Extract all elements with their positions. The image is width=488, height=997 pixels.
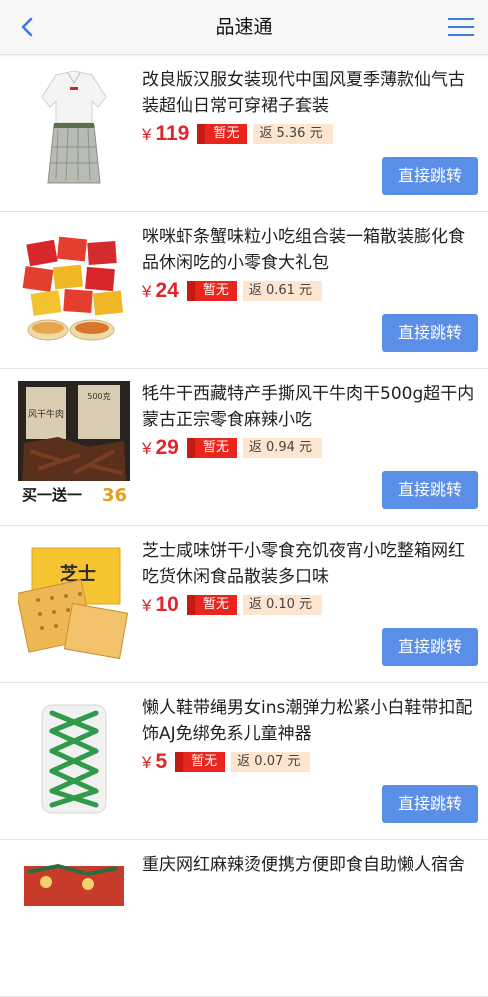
coupon-badge: 暂无 bbox=[186, 438, 237, 458]
product-image[interactable] bbox=[18, 224, 130, 348]
product-image[interactable]: 芝士 bbox=[18, 538, 130, 662]
promo-number: 36 bbox=[102, 485, 127, 505]
menu-button[interactable] bbox=[446, 12, 476, 42]
pack-label-2: 500克 bbox=[87, 392, 110, 401]
product-title[interactable]: 牦牛干西藏特产手撕风干牛肉干500g超干内蒙古正宗零食麻辣小吃 bbox=[142, 381, 478, 433]
product-price: ¥5 bbox=[142, 750, 168, 773]
jump-button[interactable]: 直接跳转 bbox=[382, 628, 478, 666]
product-item[interactable]: 芝士 芝士咸味饼干小零食充饥夜宵小吃整箱网红吃货休闲食品散装多口味 ¥10 暂无… bbox=[0, 526, 488, 683]
rebate-tag: 返 0.10 元 bbox=[242, 595, 323, 615]
promo-text: 买一送一 bbox=[22, 486, 82, 504]
coupon-badge: 暂无 bbox=[186, 595, 237, 615]
price-row: ¥5 暂无 返 0.07 元 bbox=[142, 749, 311, 775]
jump-button[interactable]: 直接跳转 bbox=[382, 157, 478, 195]
price-row: ¥24 暂无 返 0.61 元 bbox=[142, 278, 323, 304]
product-image[interactable] bbox=[18, 695, 130, 819]
product-image[interactable] bbox=[18, 852, 130, 976]
coupon-badge: 暂无 bbox=[186, 281, 237, 301]
rebate-tag: 返 0.07 元 bbox=[231, 752, 311, 772]
product-image[interactable] bbox=[18, 67, 130, 191]
product-title[interactable]: 懒人鞋带绳男女ins潮弹力松紧小白鞋带扣配饰AJ免绑免系儿童神器 bbox=[142, 695, 478, 747]
product-list: 改良版汉服女装现代中国风夏季薄款仙气古装超仙日常可穿裙子套装 ¥119 暂无 返… bbox=[0, 55, 488, 997]
chevron-left-icon bbox=[21, 17, 33, 37]
product-price: ¥10 bbox=[142, 593, 179, 616]
back-button[interactable] bbox=[12, 12, 42, 42]
coupon-badge: 暂无 bbox=[175, 752, 226, 772]
app-header: 品速通 bbox=[0, 0, 488, 55]
product-item[interactable]: 风干牛肉 500克 买一送一 36 牦牛干西藏特产手撕风干牛肉干500g超干内蒙… bbox=[0, 369, 488, 526]
rebate-tag: 返 0.61 元 bbox=[242, 281, 323, 301]
product-item[interactable]: 改良版汉服女装现代中国风夏季薄款仙气古装超仙日常可穿裙子套装 ¥119 暂无 返… bbox=[0, 55, 488, 212]
product-price: ¥24 bbox=[142, 279, 179, 302]
price-row: ¥119 暂无 返 5.36 元 bbox=[142, 121, 333, 147]
product-item[interactable]: 懒人鞋带绳男女ins潮弹力松紧小白鞋带扣配饰AJ免绑免系儿童神器 ¥5 暂无 返… bbox=[0, 683, 488, 840]
jump-button[interactable]: 直接跳转 bbox=[382, 471, 478, 509]
product-item[interactable]: 咪咪虾条蟹味粒小吃组合装一箱散装膨化食品休闲吃的小零食大礼包 ¥24 暂无 返 … bbox=[0, 212, 488, 369]
rebate-tag: 返 5.36 元 bbox=[253, 124, 333, 144]
rebate-tag: 返 0.94 元 bbox=[242, 438, 323, 458]
product-price: ¥119 bbox=[142, 122, 190, 145]
product-title[interactable]: 咪咪虾条蟹味粒小吃组合装一箱散装膨化食品休闲吃的小零食大礼包 bbox=[142, 224, 478, 276]
coupon-badge: 暂无 bbox=[197, 124, 248, 144]
hamburger-menu-icon bbox=[448, 18, 474, 36]
product-item[interactable]: 重庆网红麻辣烫便携方便即食自助懒人宿舍 bbox=[0, 840, 488, 997]
product-price: ¥29 bbox=[142, 436, 179, 459]
product-image[interactable]: 风干牛肉 500克 买一送一 36 bbox=[18, 381, 130, 505]
product-title[interactable]: 芝士咸味饼干小零食充饥夜宵小吃整箱网红吃货休闲食品散装多口味 bbox=[142, 538, 478, 590]
product-title[interactable]: 改良版汉服女装现代中国风夏季薄款仙气古装超仙日常可穿裙子套装 bbox=[142, 67, 478, 119]
page-title: 品速通 bbox=[215, 16, 273, 38]
jump-button[interactable]: 直接跳转 bbox=[382, 785, 478, 823]
price-row: ¥10 暂无 返 0.10 元 bbox=[142, 592, 323, 618]
jump-button[interactable]: 直接跳转 bbox=[382, 314, 478, 352]
pack-label-1: 风干牛肉 bbox=[28, 408, 64, 420]
price-row: ¥29 暂无 返 0.94 元 bbox=[142, 435, 323, 461]
product-title[interactable]: 重庆网红麻辣烫便携方便即食自助懒人宿舍 bbox=[142, 852, 465, 878]
